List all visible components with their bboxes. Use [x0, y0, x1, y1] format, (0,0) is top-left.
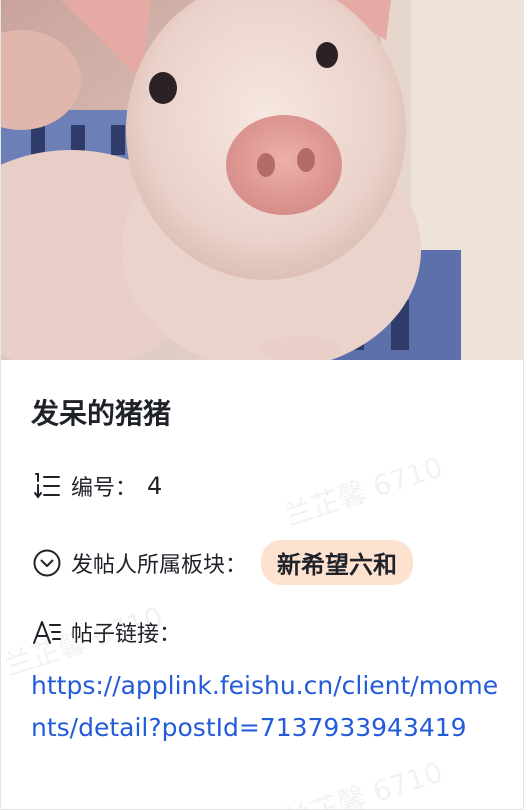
field-board-label: 发帖人所属板块：: [71, 552, 248, 578]
post-card[interactable]: 发呆的猪猪 编号： 4 发帖人所属板块： 新希望六和 帖子链接： https:/…: [0, 0, 524, 810]
dropdown-circle-icon: [31, 547, 63, 579]
text-field-icon: [31, 616, 63, 648]
field-number-label: 编号：: [71, 476, 138, 501]
watermark: 兰芷馨 6710: [280, 755, 447, 810]
field-link-label: 帖子链接：: [71, 622, 182, 647]
cover-image: [1, 0, 523, 360]
field-link: 帖子链接：: [31, 616, 181, 648]
board-tag: 新希望六和: [261, 540, 414, 585]
field-number-value: 4: [147, 472, 163, 500]
field-board: 发帖人所属板块： 新希望六和: [31, 540, 414, 585]
watermark: 兰芷馨 6710: [280, 450, 447, 533]
list-number-icon: [31, 470, 63, 502]
post-title: 发呆的猪猪: [31, 397, 172, 430]
post-link[interactable]: https://applink.feishu.cn/client/moments…: [31, 665, 501, 749]
field-number: 编号： 4: [31, 470, 162, 502]
